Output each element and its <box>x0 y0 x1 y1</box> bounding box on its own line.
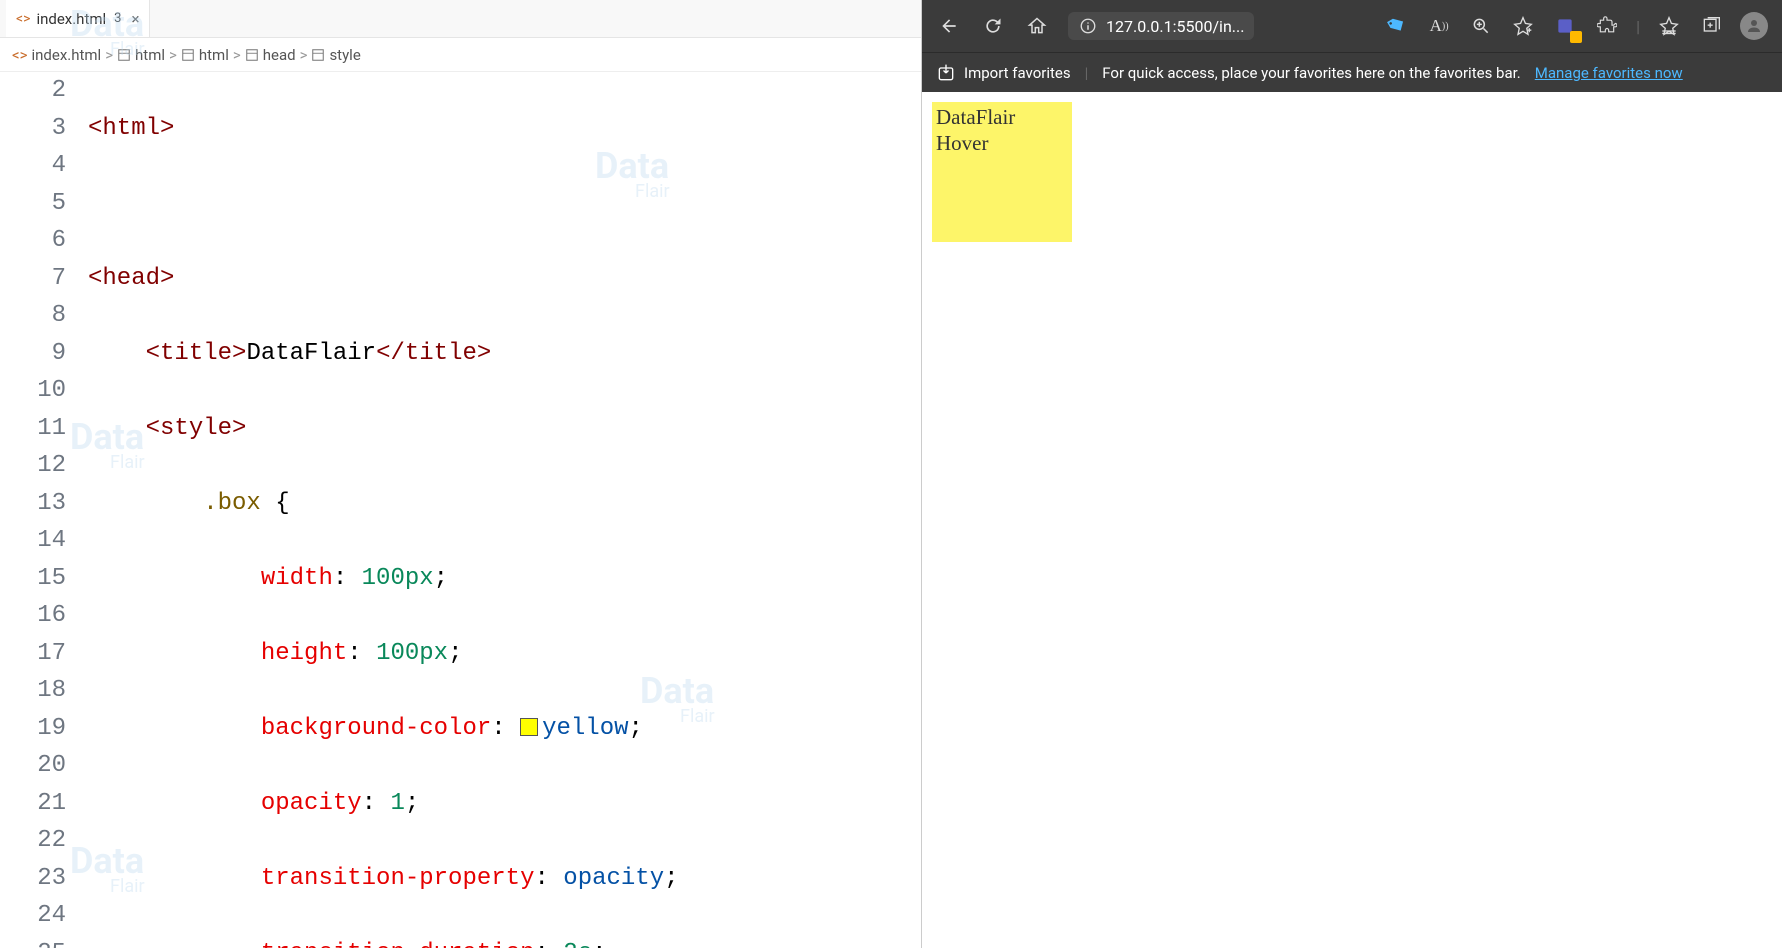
breadcrumb-item-head[interactable]: head <box>245 46 296 64</box>
favorites-hint: For quick access, place your favorites h… <box>1102 64 1520 82</box>
box-text-line1: DataFlair <box>936 104 1068 130</box>
browser-toolbar: 127.0.0.1:5500/in... A)) | <box>922 0 1782 52</box>
color-swatch-icon[interactable] <box>520 718 538 736</box>
tab-bar: <> index.html 3 × <box>0 0 921 38</box>
code-editor[interactable]: 2345678910111213141516171819202122232425… <box>0 72 921 948</box>
site-info-icon[interactable] <box>1078 16 1098 36</box>
breadcrumb-item-style[interactable]: style <box>311 46 360 64</box>
yellow-box[interactable]: DataFlair Hover <box>932 102 1072 242</box>
favorites-hub-icon[interactable] <box>1656 13 1682 39</box>
browser-pane: DataFlair DataFlair DataFlair DataFlair … <box>922 0 1782 948</box>
chevron-right-icon: > <box>169 46 177 64</box>
import-icon <box>936 63 956 83</box>
breadcrumb-item-html[interactable]: html <box>117 46 165 64</box>
html-file-icon: <> <box>16 11 30 27</box>
chevron-right-icon: > <box>233 46 241 64</box>
home-icon[interactable] <box>1024 13 1050 39</box>
breadcrumb: <> index.html > html > html > head > <box>0 38 921 72</box>
shopping-tag-icon[interactable] <box>1379 8 1415 44</box>
element-icon <box>311 48 325 62</box>
refresh-icon[interactable] <box>980 13 1006 39</box>
favorite-star-icon[interactable] <box>1510 13 1536 39</box>
zoom-icon[interactable] <box>1468 13 1494 39</box>
favorites-bar: Import favorites | For quick access, pla… <box>922 52 1782 92</box>
element-icon <box>181 48 195 62</box>
breadcrumb-item-file[interactable]: <> index.html <box>12 46 101 64</box>
back-icon[interactable] <box>936 13 962 39</box>
editor-tab-index[interactable]: <> index.html 3 × <box>6 0 150 37</box>
extensions-icon[interactable] <box>1594 13 1620 39</box>
browser-viewport[interactable]: DataFlair Hover <box>922 92 1782 948</box>
editor-pane: DataFlair DataFlair DataFlair DataFlair … <box>0 0 922 948</box>
import-favorites-button[interactable]: Import favorites <box>936 63 1071 83</box>
close-icon[interactable]: × <box>131 10 139 28</box>
tab-modified-indicator: 3 <box>114 11 121 26</box>
address-bar[interactable]: 127.0.0.1:5500/in... <box>1068 12 1254 40</box>
office-icon[interactable] <box>1552 13 1578 39</box>
html-file-icon: <> <box>12 46 27 64</box>
element-icon <box>245 48 259 62</box>
chevron-right-icon: > <box>105 46 113 64</box>
url-text: 127.0.0.1:5500/in... <box>1106 17 1244 36</box>
profile-avatar-icon[interactable] <box>1740 12 1768 40</box>
box-text-line2: Hover <box>936 130 1068 156</box>
line-gutter: 2345678910111213141516171819202122232425 <box>0 72 88 948</box>
toolbar-right: A)) | <box>1384 12 1768 40</box>
collections-icon[interactable] <box>1698 13 1724 39</box>
manage-favorites-link[interactable]: Manage favorites now <box>1535 64 1683 82</box>
element-icon <box>117 48 131 62</box>
breadcrumb-item-html2[interactable]: html <box>181 46 229 64</box>
read-aloud-icon[interactable]: A)) <box>1426 13 1452 39</box>
code-content[interactable]: <html> <head> <title>DataFlair</title> <… <box>88 72 921 948</box>
chevron-right-icon: > <box>300 46 308 64</box>
tab-filename: index.html <box>36 10 106 28</box>
